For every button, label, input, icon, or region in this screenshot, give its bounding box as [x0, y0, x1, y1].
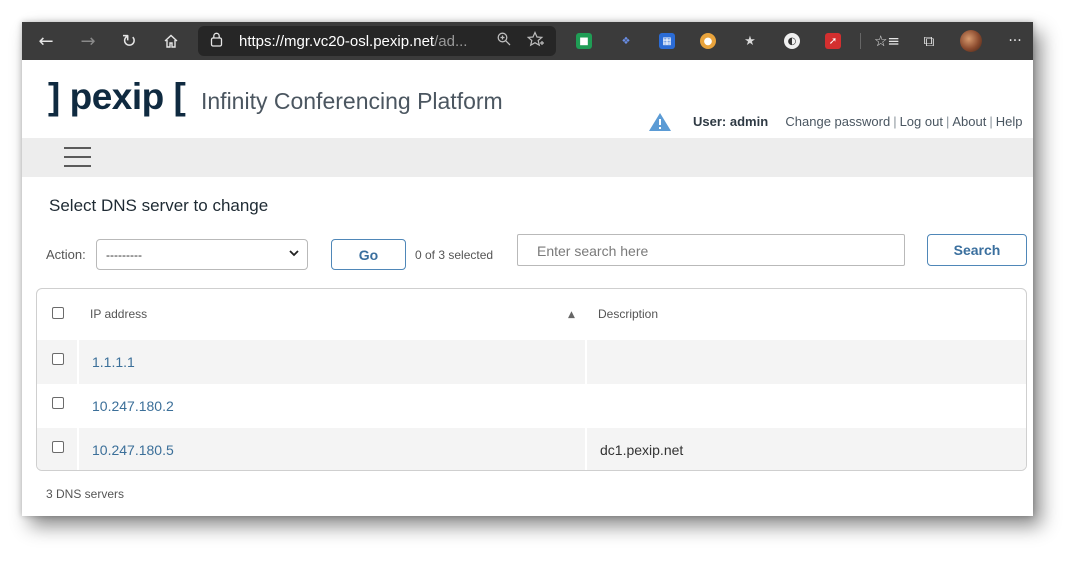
url-text[interactable]: https://mgr.vc20-osl.pexip.net/ad...	[239, 33, 477, 50]
table-row: 10.247.180.2	[37, 384, 1026, 428]
select-all-checkbox[interactable]	[52, 307, 64, 319]
column-divider	[77, 428, 79, 470]
ip-address-link[interactable]: 10.247.180.5	[92, 442, 174, 458]
separator: |	[893, 114, 897, 129]
toolbar-divider	[860, 33, 861, 49]
product-name: Infinity Conferencing Platform	[201, 88, 503, 114]
nav-strip	[22, 138, 1033, 177]
row-checkbox[interactable]	[52, 397, 64, 409]
favorites-icon[interactable]: ☆≡	[872, 26, 902, 56]
description-cell: dc1.pexip.net	[600, 442, 684, 458]
result-count: 3 DNS servers	[46, 487, 125, 501]
chevron-down-icon	[288, 246, 300, 263]
collections-icon[interactable]: ⧉	[914, 26, 944, 56]
back-arrow-icon[interactable]: ←	[31, 26, 61, 56]
profile-avatar[interactable]	[960, 30, 982, 52]
row-checkbox[interactable]	[52, 353, 64, 365]
separator: |	[989, 114, 993, 129]
extension-icon[interactable]: ❖	[618, 33, 634, 49]
search-placeholder: Enter search here	[537, 243, 649, 259]
lock-icon[interactable]	[210, 32, 223, 51]
table-row: 10.247.180.5 dc1.pexip.net	[37, 428, 1026, 470]
extension-icon[interactable]: ➚	[825, 33, 841, 49]
table-row: 1.1.1.1	[37, 340, 1026, 384]
dns-server-table: IP address ▲ Description 1.1.1.1 10.247.…	[36, 288, 1027, 471]
column-divider	[585, 428, 587, 470]
address-bar[interactable]: https://mgr.vc20-osl.pexip.net/ad...	[198, 26, 556, 56]
user-label: User: admin	[693, 114, 769, 129]
warning-icon[interactable]	[648, 112, 672, 132]
more-icon[interactable]: ···	[1000, 26, 1030, 56]
browser-window: ← → ↻ https://mgr.vc20-osl.pexip.net/ad.…	[22, 22, 1033, 516]
extension-icon[interactable]: ◐	[784, 33, 800, 49]
browser-toolbar: ← → ↻ https://mgr.vc20-osl.pexip.net/ad.…	[22, 22, 1033, 60]
change-password-link[interactable]: Change password	[785, 114, 890, 129]
about-link[interactable]: About	[952, 114, 986, 129]
action-label: Action:	[46, 247, 86, 262]
column-divider	[585, 340, 587, 384]
column-header-ip-address[interactable]: IP address	[90, 307, 147, 321]
extension-icon[interactable]: ■	[576, 33, 592, 49]
help-link[interactable]: Help	[996, 114, 1023, 129]
page-title: Select DNS server to change	[49, 196, 269, 215]
row-checkbox[interactable]	[52, 441, 64, 453]
table-header-row: IP address ▲ Description	[37, 293, 1026, 335]
action-select-value: ---------	[106, 248, 142, 262]
extension-icon[interactable]: ●	[700, 33, 716, 49]
search-input[interactable]: Enter search here	[517, 234, 905, 266]
forward-arrow-icon[interactable]: →	[73, 26, 103, 56]
sort-ascending-icon[interactable]: ▲	[568, 310, 575, 320]
search-button[interactable]: Search	[927, 234, 1027, 266]
user-bar: User: admin Change password | Log out | Abou…	[693, 114, 1022, 129]
home-icon[interactable]	[156, 26, 186, 56]
bug-extension-icon[interactable]: ★	[742, 33, 758, 49]
pexip-logo[interactable]: ] pexip [	[48, 76, 186, 118]
column-divider	[77, 340, 79, 384]
log-out-link[interactable]: Log out	[900, 114, 943, 129]
selected-count: 0 of 3 selected	[415, 248, 494, 262]
grid-extension-icon[interactable]: ▦	[659, 33, 675, 49]
hamburger-menu-icon[interactable]	[64, 146, 91, 168]
page-header: ] pexip [ Infinity Conferencing Platform…	[22, 60, 1033, 138]
ip-address-link[interactable]: 1.1.1.1	[92, 354, 135, 370]
separator: |	[945, 114, 950, 129]
add-favorite-icon[interactable]	[526, 31, 545, 53]
refresh-icon[interactable]: ↻	[114, 26, 144, 56]
go-button[interactable]: Go	[331, 239, 406, 270]
action-select[interactable]: ---------	[96, 239, 308, 270]
column-header-description[interactable]: Description	[598, 307, 658, 321]
ip-address-link[interactable]: 10.247.180.2	[92, 398, 174, 414]
zoom-icon[interactable]	[497, 32, 511, 50]
